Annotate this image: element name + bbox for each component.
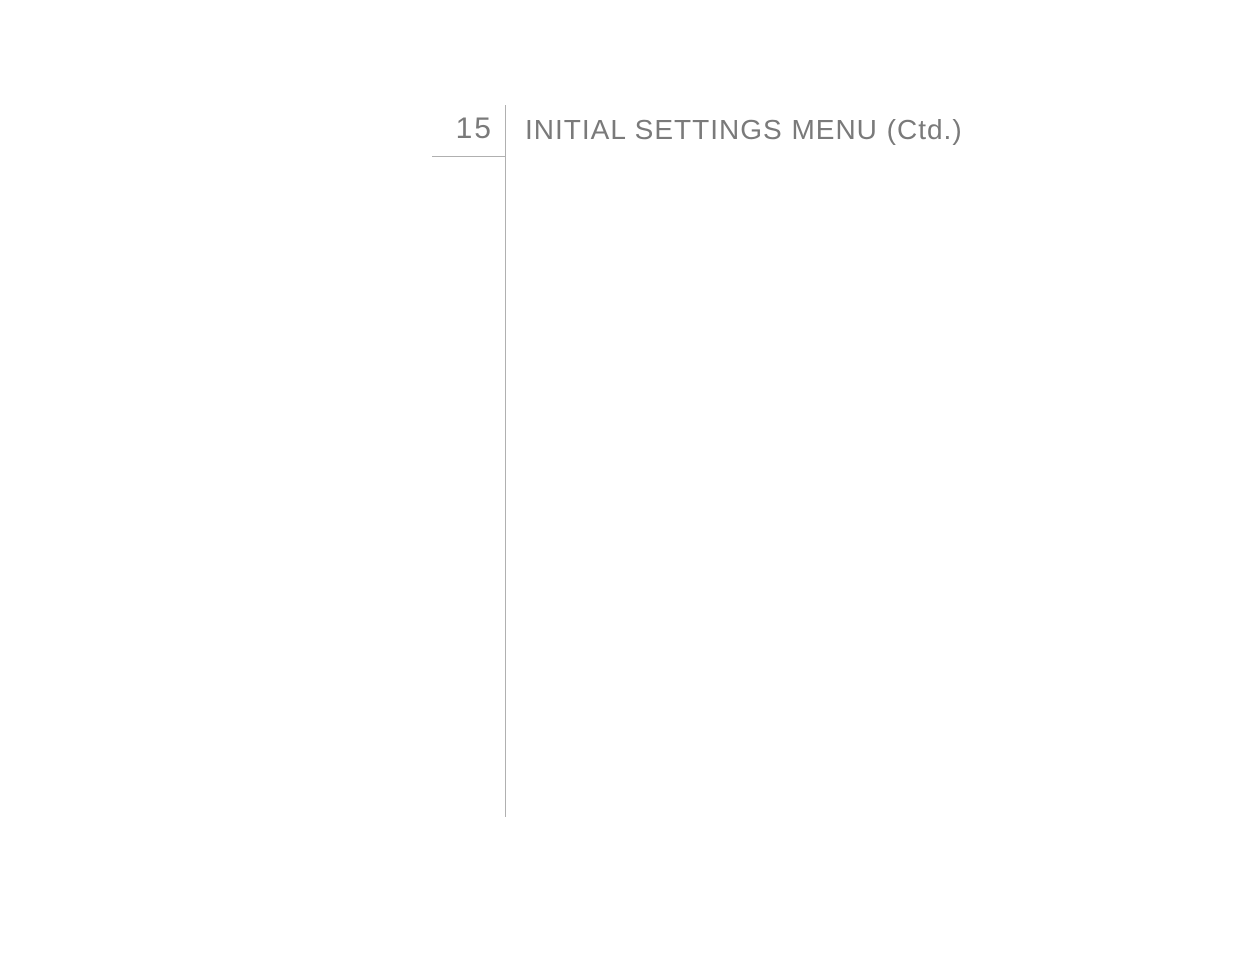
page-content: 15 INITIAL SETTINGS MENU (Ctd.): [432, 105, 1192, 817]
section-number-underline: [432, 156, 505, 157]
vertical-divider: [505, 105, 506, 817]
section-title: INITIAL SETTINGS MENU (Ctd.): [525, 114, 963, 146]
section-number: 15: [432, 112, 493, 146]
